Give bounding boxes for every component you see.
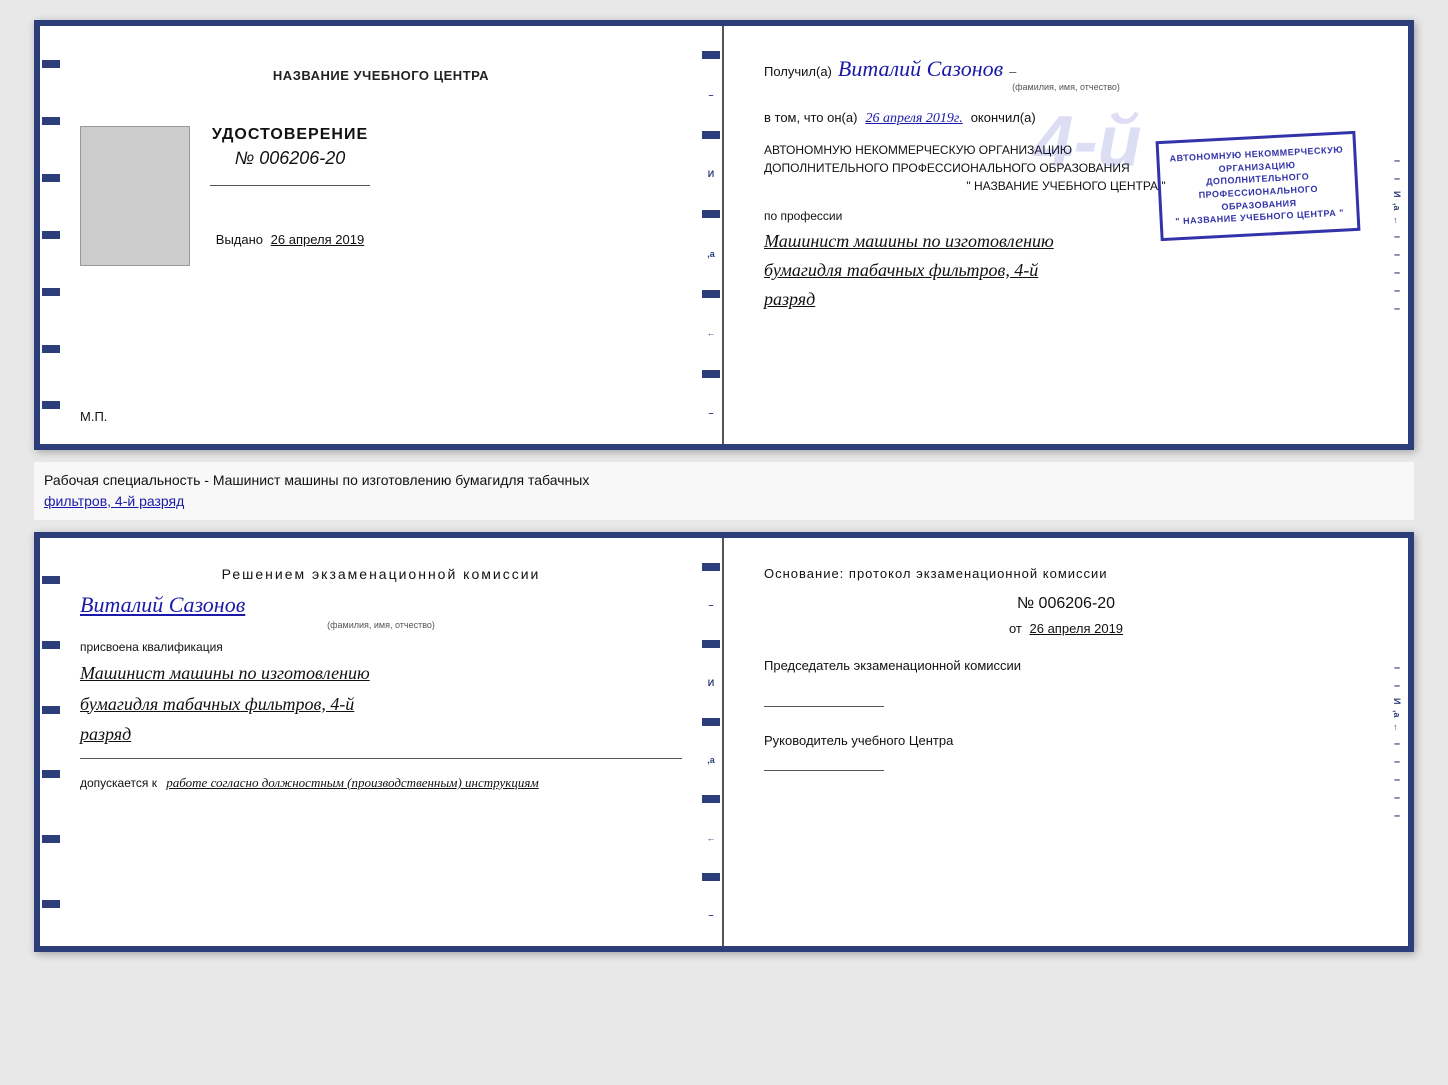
dopuskaetsya-line: допускается к работе согласно должностны…: [80, 775, 682, 791]
qualification-line2: бумагидля табачных фильтров, 4-й: [80, 689, 682, 720]
top-certificate: НАЗВАНИЕ УЧЕБНОГО ЦЕНТРА УДОСТОВЕРЕНИЕ №…: [34, 20, 1414, 450]
bottom-certificate: Решением экзаменационной комиссии Витали…: [34, 532, 1414, 952]
recipient-name-top: Виталий Сазонов: [838, 56, 1003, 82]
bottom-cert-right-page: Основание: протокол экзаменационной коми…: [724, 538, 1408, 946]
top-cert-right-page: Получил(а) Виталий Сазонов – (фамилия, и…: [724, 26, 1408, 444]
protocol-number: № 006206-20: [764, 595, 1368, 613]
rukovoditel-signature-line: [764, 770, 884, 771]
dopuskaetsya-value: работе согласно должностным (производств…: [166, 775, 538, 790]
fio-sublabel-top: (фамилия, имя, отчество): [764, 82, 1368, 92]
profession-line2-top: бумагидля табачных фильтров, 4-й: [764, 256, 1368, 285]
center-title: НАЗВАНИЕ УЧЕБНОГО ЦЕНТРА: [273, 66, 489, 86]
rukovoditel-label: Руководитель учебного Центра: [764, 731, 1368, 751]
fio-sublabel-bottom: (фамилия, имя, отчество): [80, 620, 682, 630]
okonchil-label: окончил(а): [971, 110, 1036, 125]
qualification-line3: разряд: [80, 719, 682, 750]
dopuskaetsya-label: допускается к: [80, 776, 157, 790]
bottom-right-side-decoration: – – И ,а ← – – – – –: [1386, 538, 1408, 946]
poluchil-label: Получил(а): [764, 64, 832, 79]
vydano-label: Выдано: [216, 232, 263, 247]
bottom-left-decoration: [40, 538, 62, 946]
certificate-number-left: № 006206-20: [235, 148, 346, 169]
bottom-right-side-deco-left-page: – И ,а ← –: [700, 538, 722, 946]
middle-text-underlined: фильтров, 4-й разряд: [44, 493, 184, 509]
vtom-label: в том, что он(а): [764, 110, 857, 125]
vydano-line: Выдано 26 апреля 2019: [216, 232, 364, 247]
ot-date: 26 апреля 2019: [1030, 621, 1124, 636]
right-side-decoration-left-page: – И ,а ← –: [700, 26, 722, 444]
middle-text-prefix: Рабочая специальность - Машинист машины …: [44, 472, 589, 488]
top-cert-left-page: НАЗВАНИЕ УЧЕБНОГО ЦЕНТРА УДОСТОВЕРЕНИЕ №…: [40, 26, 724, 444]
prisvoena-label: присвоена квалификация: [80, 640, 682, 654]
ot-label: от: [1009, 621, 1022, 636]
left-decoration: [40, 26, 62, 444]
vtom-date: 26 апреля 2019г.: [865, 111, 962, 127]
bottom-cert-left-page: Решением экзаменационной комиссии Витали…: [40, 538, 724, 946]
osnovanie-title: Основание: протокол экзаменационной коми…: [764, 566, 1368, 581]
stamp-box: АВТОНОМНУЮ НЕКОММЕРЧЕСКУЮ ОРГАНИЗАЦИЮ ДО…: [1156, 131, 1361, 241]
chairman-label: Председатель экзаменационной комиссии: [764, 656, 1368, 676]
vydano-date: 26 апреля 2019: [271, 232, 365, 247]
chairman-signature-line: [764, 706, 884, 707]
qualification-line1: Машинист машины по изготовлению: [80, 658, 682, 689]
recipient-name-bottom: Виталий Сазонов: [80, 592, 682, 618]
profession-line3-top: разряд: [764, 285, 1368, 314]
mp-label: М.П.: [80, 409, 107, 424]
right-side-decoration-right-page: – – И ,а ← – – – – –: [1386, 26, 1408, 444]
udostoverenie-title: УДОСТОВЕРЕНИЕ: [212, 126, 368, 144]
middle-label: Рабочая специальность - Машинист машины …: [34, 462, 1414, 520]
resheniem-title: Решением экзаменационной комиссии: [80, 566, 682, 582]
photo-placeholder: [80, 126, 190, 266]
ot-line: от 26 апреля 2019: [764, 621, 1368, 636]
